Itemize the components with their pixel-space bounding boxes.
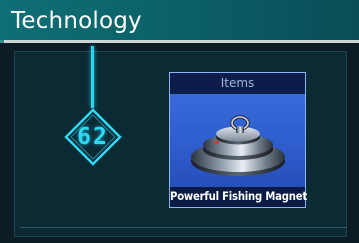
- title-underline: [4, 40, 359, 43]
- title-bar: Technology: [0, 0, 359, 42]
- tech-connector-line: [91, 46, 94, 108]
- page-title: Technology: [11, 8, 142, 34]
- item-card-header: Items: [170, 73, 305, 94]
- tech-level-number: 62: [77, 124, 109, 150]
- panel-divider: [20, 227, 347, 228]
- item-card[interactable]: Items Powerful Fishing Magnet: [169, 72, 307, 208]
- item-category-label: Items: [220, 76, 255, 90]
- fishing-magnet-icon: [191, 115, 285, 176]
- item-name-label: Powerful Fishing Magnet: [170, 190, 307, 203]
